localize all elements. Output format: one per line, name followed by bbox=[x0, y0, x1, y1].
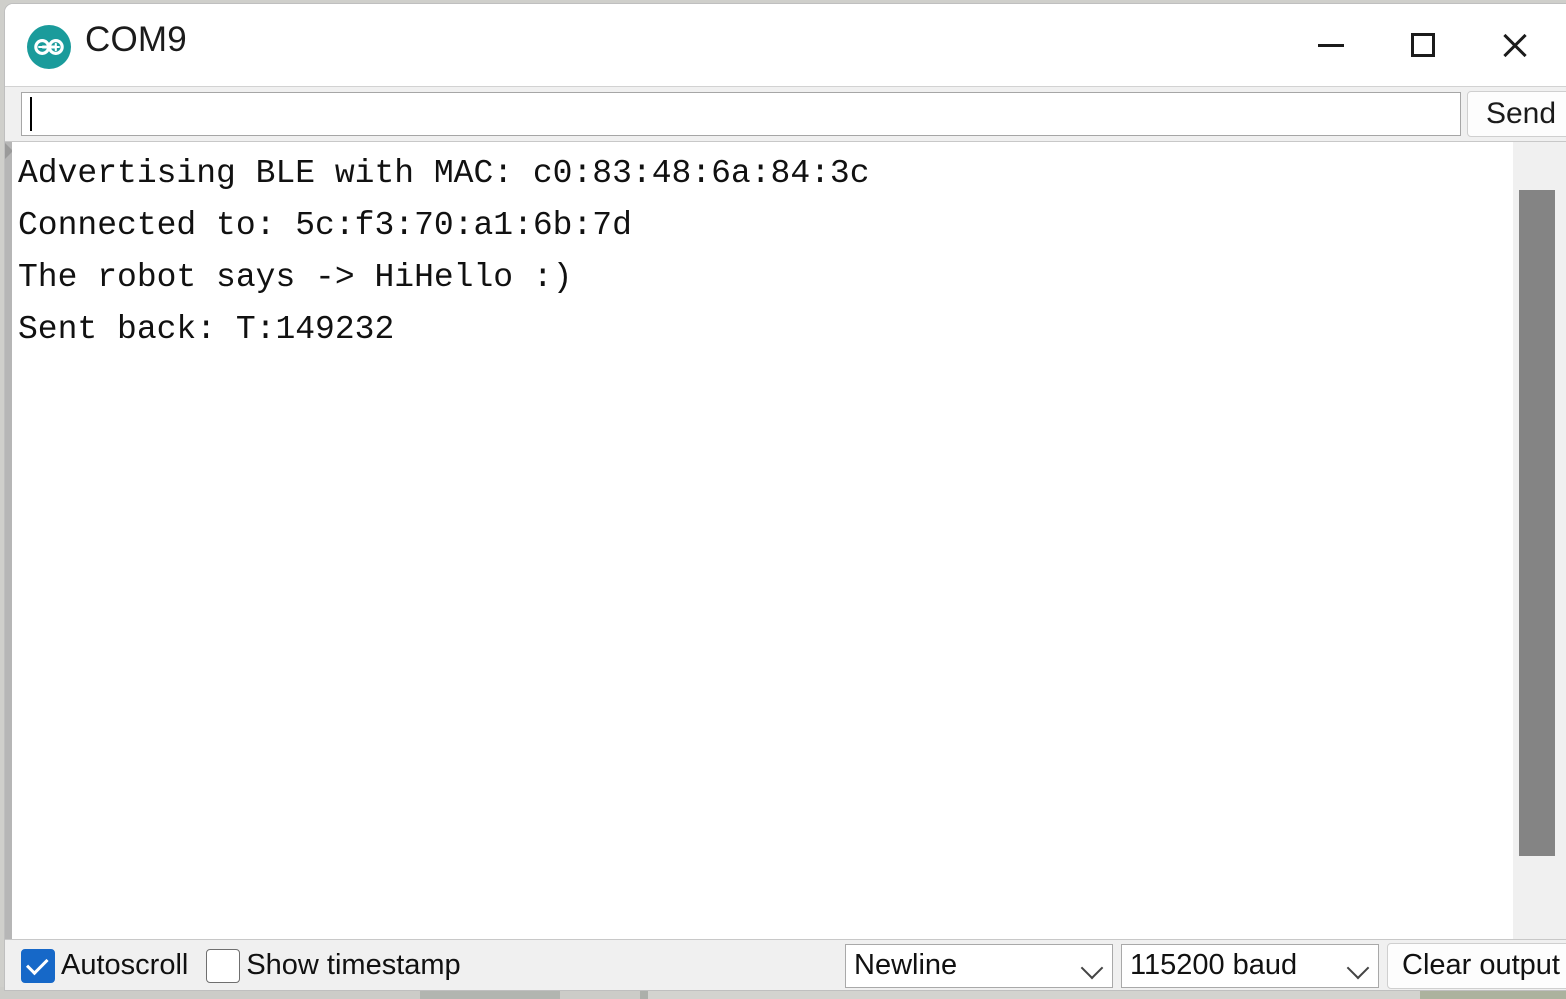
console-scrollbar[interactable] bbox=[1512, 142, 1566, 939]
chevron-down-icon bbox=[1080, 956, 1104, 979]
maximize-icon bbox=[1411, 33, 1435, 57]
send-row: Send bbox=[5, 86, 1566, 141]
close-icon bbox=[1500, 30, 1530, 60]
baud-rate-value: 115200 baud bbox=[1130, 949, 1298, 981]
show-timestamp-label: Show timestamp bbox=[246, 949, 461, 981]
minimize-button[interactable] bbox=[1285, 8, 1377, 82]
maximize-button[interactable] bbox=[1377, 8, 1469, 82]
check-icon bbox=[25, 952, 49, 975]
status-bar: Autoscroll Show timestamp Newline 115200… bbox=[5, 939, 1566, 990]
line-ending-select[interactable]: Newline bbox=[845, 943, 1113, 988]
show-timestamp-checkbox-box[interactable] bbox=[206, 948, 241, 983]
minimize-icon bbox=[1318, 43, 1344, 47]
console-scrollbar-thumb[interactable] bbox=[1519, 190, 1555, 856]
autoscroll-checkbox-box[interactable] bbox=[21, 948, 55, 983]
close-button[interactable] bbox=[1469, 8, 1561, 82]
serial-monitor-window: COM9 Send Advertising BLE with MAC: c0:8… bbox=[4, 3, 1566, 991]
show-timestamp-checkbox[interactable]: Show timestamp bbox=[206, 948, 461, 983]
left-splitter-track bbox=[5, 142, 12, 939]
serial-send-input[interactable] bbox=[21, 92, 1461, 136]
autoscroll-checkbox[interactable]: Autoscroll bbox=[21, 948, 189, 983]
window-title: COM9 bbox=[85, 20, 187, 59]
console-area: Advertising BLE with MAC: c0:83:48:6a:84… bbox=[5, 141, 1566, 939]
window-controls bbox=[1285, 4, 1561, 86]
baud-rate-select[interactable]: 115200 baud bbox=[1121, 943, 1379, 988]
title-bar[interactable]: COM9 bbox=[5, 4, 1566, 86]
clear-output-button[interactable]: Clear output bbox=[1387, 942, 1566, 989]
text-caret bbox=[30, 97, 32, 131]
arduino-infinity-icon bbox=[25, 23, 73, 71]
send-button[interactable]: Send bbox=[1467, 91, 1566, 137]
line-ending-value: Newline bbox=[854, 949, 958, 981]
autoscroll-label: Autoscroll bbox=[61, 949, 189, 981]
left-splitter[interactable] bbox=[5, 142, 13, 939]
console-output: Advertising BLE with MAC: c0:83:48:6a:84… bbox=[12, 142, 1512, 939]
chevron-down-icon bbox=[1346, 956, 1370, 979]
